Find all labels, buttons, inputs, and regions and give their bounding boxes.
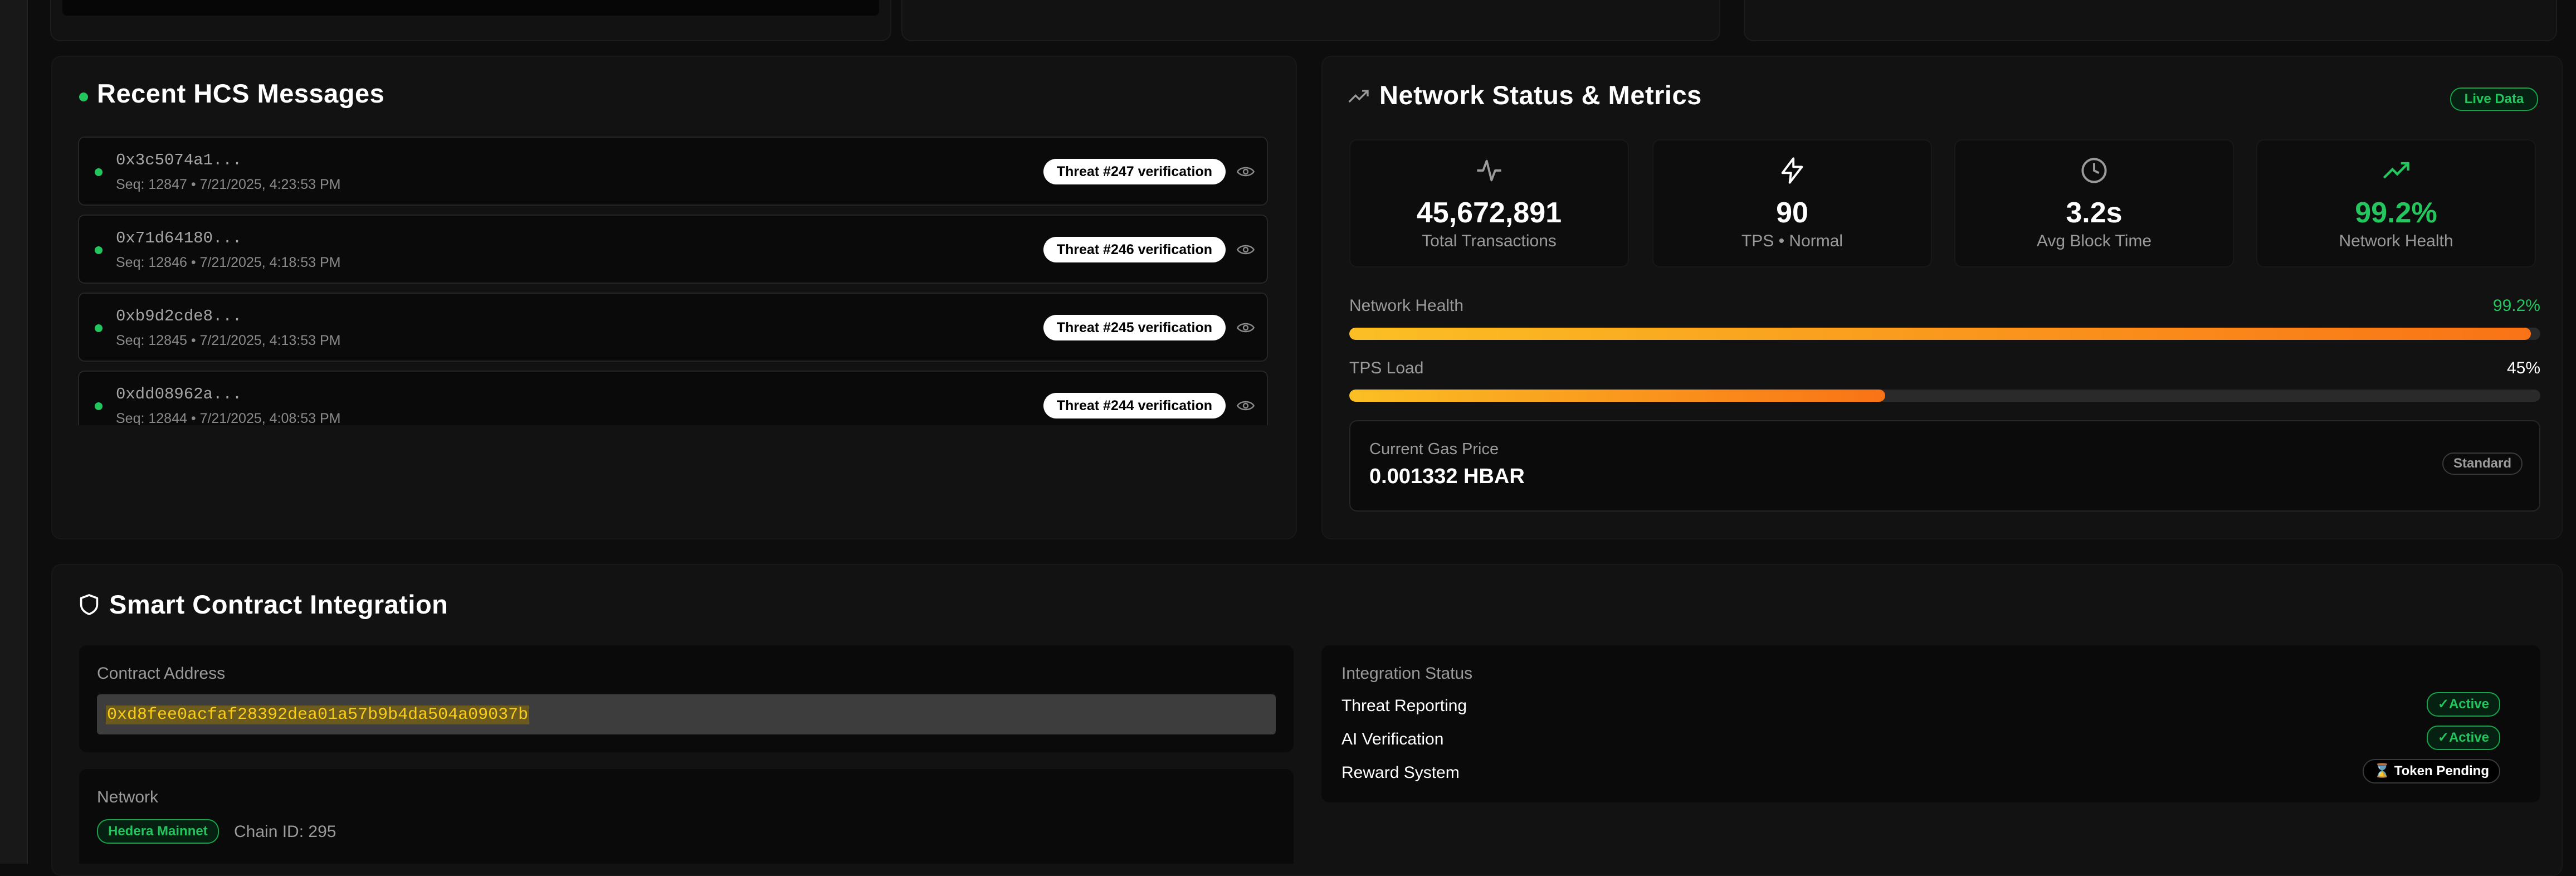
message-sequence: Seq: 12845 • 7/21/2025, 4:13:53 PM: [116, 333, 341, 348]
top-card-3: [1744, 0, 2557, 41]
metric-network-health: 99.2% Network Health: [2256, 139, 2536, 267]
eye-icon[interactable]: [1237, 320, 1255, 335]
message-type-badge: Threat #246 verification: [1043, 237, 1226, 262]
network-health-bar: [1349, 328, 2540, 340]
hcs-message-row[interactable]: 0xdd08962a... Seq: 12844 • 7/21/2025, 4:…: [78, 371, 1268, 425]
metric-label: TPS • Normal: [1741, 232, 1843, 250]
hcs-message-row[interactable]: 0x3c5074a1... Seq: 12847 • 7/21/2025, 4:…: [78, 137, 1268, 206]
chain-id: Chain ID: 295: [234, 823, 336, 841]
hcs-list-clip: 0xdd08962a... Seq: 12844 • 7/21/2025, 4:…: [78, 371, 1268, 425]
status-active-badge: ✓Active: [2426, 726, 2500, 750]
message-hash: 0x71d64180...: [116, 229, 242, 247]
lightning-icon: [1781, 157, 1803, 184]
contract-address-value[interactable]: 0xd8fee0acfaf28392dea01a57b9b4da504a0903…: [106, 705, 530, 724]
status-dot-icon: [95, 168, 103, 176]
network-panel-title: Network Status & Metrics: [1379, 80, 1702, 110]
metric-label: Total Transactions: [1422, 232, 1557, 250]
network-health-bar-fill: [1349, 328, 2531, 340]
gas-price-value: 0.001332 HBAR: [1369, 465, 1525, 488]
bar-value: 45%: [2506, 359, 2540, 377]
message-hash: 0xdd08962a...: [116, 385, 242, 403]
status-item-label: AI Verification: [1341, 730, 1444, 748]
network-label: Network: [97, 788, 159, 806]
metric-total-transactions: 45,672,891 Total Transactions: [1349, 139, 1629, 267]
message-type-badge: Threat #244 verification: [1043, 393, 1226, 418]
top-card-2: [901, 0, 1720, 41]
metric-avg-block-time: 3.2s Avg Block Time: [1954, 139, 2234, 267]
metric-value: 3.2s: [2066, 197, 2123, 229]
live-data-badge: Live Data: [2450, 87, 2538, 111]
gas-price-label: Current Gas Price: [1369, 440, 1499, 458]
live-dot-icon: [79, 93, 88, 101]
network-card: Network Hedera Mainnet Chain ID: 295: [79, 769, 1294, 864]
left-sidebar-edge: [0, 0, 28, 864]
contract-address-label: Contract Address: [97, 664, 226, 683]
shield-icon: [80, 594, 99, 615]
trending-up-icon: [1348, 90, 1369, 103]
eye-icon[interactable]: [1237, 242, 1255, 257]
bar-value: 99.2%: [2492, 296, 2540, 315]
bar-label: TPS Load: [1349, 359, 1424, 377]
message-type-badge: Threat #245 verification: [1043, 315, 1226, 340]
message-sequence: Seq: 12847 • 7/21/2025, 4:23:53 PM: [116, 177, 341, 192]
gas-price-card: Current Gas Price 0.001332 HBAR Standard: [1349, 420, 2540, 512]
tps-load-bar-fill: [1349, 390, 1886, 402]
eye-icon[interactable]: [1237, 164, 1255, 179]
contract-panel-title: Smart Contract Integration: [109, 590, 448, 619]
hcs-message-row[interactable]: 0xb9d2cde8... Seq: 12845 • 7/21/2025, 4:…: [78, 293, 1268, 362]
message-hash: 0xb9d2cde8...: [116, 307, 242, 325]
status-dot-icon: [95, 246, 103, 254]
status-active-badge: ✓Active: [2426, 692, 2500, 717]
status-pending-badge: ⌛ Token Pending: [2363, 759, 2500, 783]
message-type-badge: Threat #247 verification: [1043, 159, 1226, 184]
status-item-label: Reward System: [1341, 763, 1460, 782]
message-sequence: Seq: 12846 • 7/21/2025, 4:18:53 PM: [116, 255, 341, 270]
bar-label: Network Health: [1349, 296, 1464, 315]
metric-tps: 90 TPS • Normal: [1652, 139, 1932, 267]
gas-price-badge: Standard: [2442, 452, 2523, 475]
tps-load-bar: [1349, 390, 2540, 402]
integration-status-card: Integration Status Threat Reporting ✓Act…: [1321, 645, 2540, 802]
eye-icon[interactable]: [1237, 398, 1255, 413]
contract-address-field[interactable]: 0xd8fee0acfaf28392dea01a57b9b4da504a0903…: [97, 694, 1276, 734]
contract-address-card: Contract Address 0xd8fee0acfaf28392dea01…: [79, 645, 1294, 752]
metric-label: Network Health: [2339, 232, 2453, 250]
hcs-panel-title: Recent HCS Messages: [97, 79, 385, 108]
status-item-label: Threat Reporting: [1341, 697, 1467, 715]
activity-icon: [1477, 159, 1501, 182]
message-sequence: Seq: 12844 • 7/21/2025, 4:08:53 PM: [116, 411, 341, 425]
status-dot-icon: [95, 324, 103, 332]
trending-up-icon: [2383, 162, 2409, 179]
top-card-1: [50, 0, 891, 41]
metric-value: 90: [1776, 197, 1808, 229]
clock-icon: [2081, 158, 2107, 183]
status-dot-icon: [95, 402, 103, 410]
metric-label: Avg Block Time: [2036, 232, 2152, 250]
metric-value: 45,672,891: [1416, 197, 1562, 229]
integration-status-label: Integration Status: [1341, 664, 1473, 683]
message-hash: 0x3c5074a1...: [116, 151, 242, 169]
hcs-message-row[interactable]: 0x71d64180... Seq: 12846 • 7/21/2025, 4:…: [78, 215, 1268, 284]
metric-value: 99.2%: [2355, 197, 2437, 229]
network-badge: Hedera Mainnet: [97, 819, 219, 844]
